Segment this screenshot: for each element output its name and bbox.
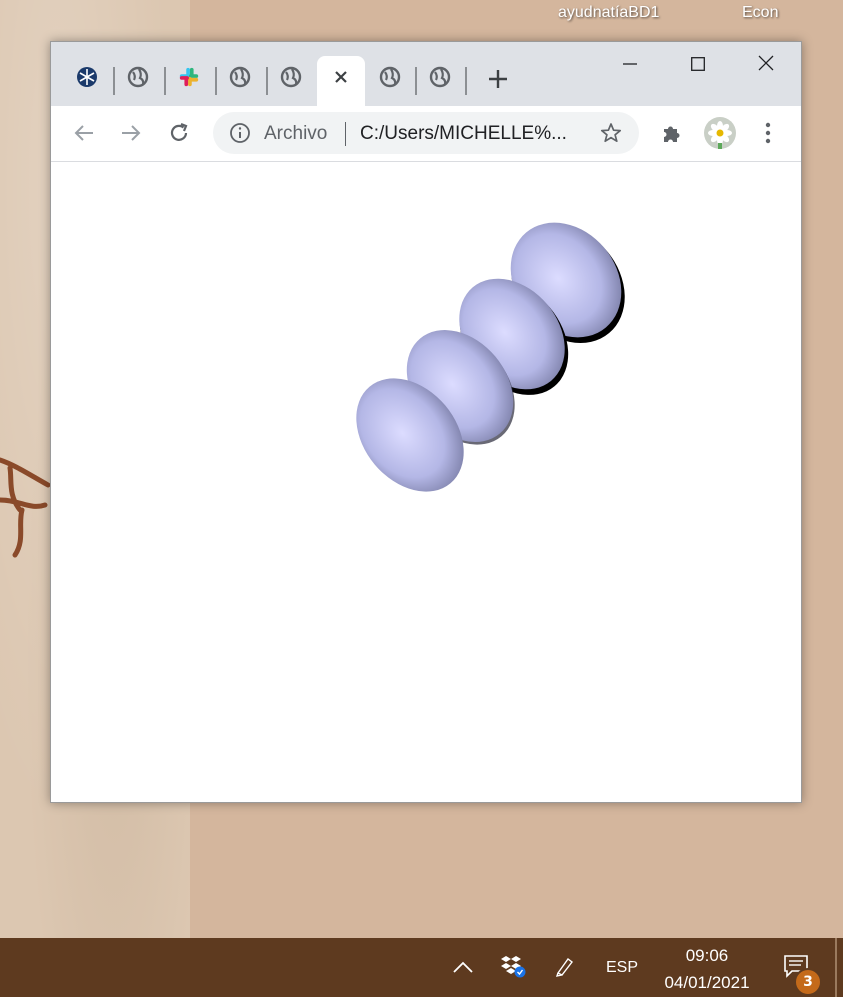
language-indicator[interactable]: ESP — [600, 938, 644, 997]
tab-active[interactable] — [317, 56, 365, 106]
tab-globe[interactable] — [114, 56, 162, 106]
reload-button[interactable] — [162, 118, 196, 152]
url-text[interactable]: C:/Users/MICHELLE%... — [360, 123, 567, 145]
clock-time: 09:06 — [685, 946, 729, 965]
dropbox-icon — [500, 954, 526, 982]
browser-window: Archivo C:/Users/MICHELLE%... — [50, 41, 802, 803]
clock-date: 04/01/2021 — [664, 973, 750, 992]
tab-strip — [51, 42, 801, 106]
taskbar: ESP 09:06 04/01/2021 3 — [0, 938, 843, 997]
desktop-icon-label[interactable]: ayudnatíaBD1 — [558, 4, 659, 22]
maximize-button[interactable] — [675, 50, 721, 80]
tab-globe[interactable] — [216, 56, 264, 106]
forward-button[interactable] — [114, 118, 148, 152]
arrow-right-icon — [120, 122, 142, 148]
menu-button[interactable] — [751, 118, 785, 152]
info-icon[interactable] — [229, 122, 251, 148]
security-label[interactable]: Archivo — [264, 123, 327, 145]
arrow-left-icon — [73, 122, 95, 148]
close-window-button[interactable] — [743, 50, 789, 80]
globe-icon — [127, 66, 149, 88]
chevron-up-icon — [453, 958, 473, 977]
globe-icon — [379, 66, 401, 88]
tab-globe[interactable] — [366, 56, 414, 106]
kebab-menu-icon — [765, 122, 771, 148]
pen-tray-button[interactable] — [550, 938, 580, 997]
tab-snowflake[interactable] — [63, 56, 111, 106]
desktop-icon-label[interactable]: Econ — [742, 4, 778, 22]
star-icon[interactable] — [600, 122, 622, 148]
new-tab-button[interactable] — [483, 66, 513, 96]
slack-icon — [178, 66, 200, 88]
omnibox-divider — [345, 122, 346, 146]
puzzle-icon — [661, 122, 683, 148]
ellipsoids-render — [356, 222, 625, 492]
back-button[interactable] — [67, 118, 101, 152]
minimize-icon — [623, 56, 637, 75]
address-bar[interactable]: Archivo C:/Users/MICHELLE%... — [213, 112, 639, 154]
pen-icon — [554, 955, 576, 981]
tab-globe[interactable] — [416, 56, 464, 106]
close-icon[interactable] — [330, 66, 352, 88]
reload-icon — [168, 122, 190, 148]
tab-slack[interactable] — [165, 56, 213, 106]
globe-icon — [280, 66, 302, 88]
avatar-daisy-icon — [704, 117, 736, 153]
clock[interactable]: 09:06 04/01/2021 — [650, 942, 764, 996]
page-viewport — [51, 162, 801, 802]
notification-badge: 3 — [794, 968, 822, 996]
extensions-button[interactable] — [655, 118, 689, 152]
globe-icon — [229, 66, 251, 88]
snowflake-icon — [76, 66, 98, 88]
profile-button[interactable] — [703, 117, 737, 153]
dropbox-tray-button[interactable] — [496, 938, 530, 997]
plus-icon — [488, 69, 508, 93]
wallpaper-branch-art — [0, 457, 50, 558]
show-hidden-icons-button[interactable] — [448, 938, 478, 997]
minimize-button[interactable] — [607, 50, 653, 80]
tab-separator — [465, 67, 467, 95]
browser-toolbar: Archivo C:/Users/MICHELLE%... — [51, 106, 801, 162]
globe-icon — [429, 66, 451, 88]
tab-globe[interactable] — [267, 56, 315, 106]
maximize-icon — [691, 56, 705, 75]
show-desktop-button[interactable] — [835, 938, 837, 997]
close-icon — [758, 55, 774, 75]
